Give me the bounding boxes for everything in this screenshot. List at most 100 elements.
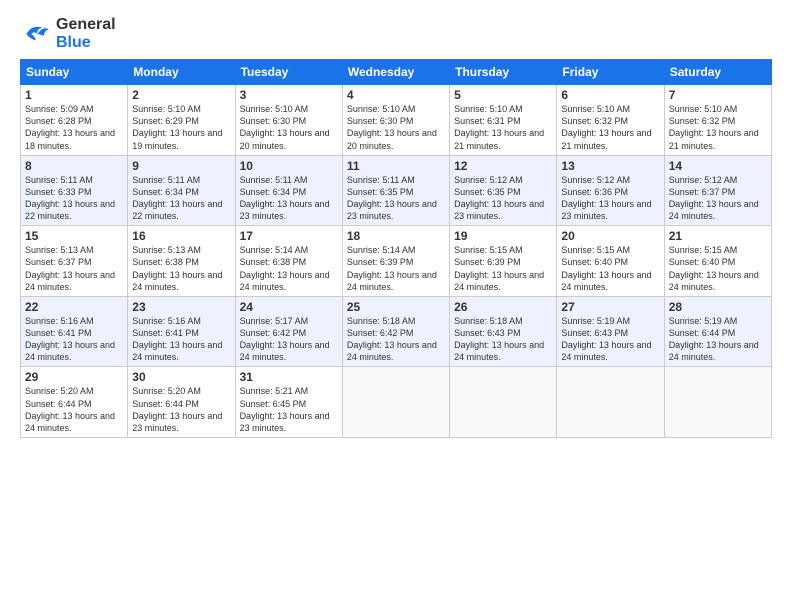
week-row-3: 15Sunrise: 5:13 AMSunset: 6:37 PMDayligh… [21, 226, 772, 297]
logo-icon [20, 18, 52, 50]
cell-info: Sunrise: 5:11 AMSunset: 6:34 PMDaylight:… [132, 174, 230, 223]
calendar-header-row: SundayMondayTuesdayWednesdayThursdayFrid… [21, 60, 772, 85]
cell-info: Sunrise: 5:19 AMSunset: 6:44 PMDaylight:… [669, 315, 767, 364]
day-number: 14 [669, 159, 767, 173]
cell-info: Sunrise: 5:11 AMSunset: 6:33 PMDaylight:… [25, 174, 123, 223]
day-number: 6 [561, 88, 659, 102]
day-number: 23 [132, 300, 230, 314]
calendar-cell: 1Sunrise: 5:09 AMSunset: 6:28 PMDaylight… [21, 85, 128, 156]
cell-info: Sunrise: 5:10 AMSunset: 6:32 PMDaylight:… [669, 103, 767, 152]
calendar-cell: 22Sunrise: 5:16 AMSunset: 6:41 PMDayligh… [21, 296, 128, 367]
day-number: 30 [132, 370, 230, 384]
day-number: 20 [561, 229, 659, 243]
cell-info: Sunrise: 5:14 AMSunset: 6:38 PMDaylight:… [240, 244, 338, 293]
cell-info: Sunrise: 5:15 AMSunset: 6:40 PMDaylight:… [561, 244, 659, 293]
day-number: 11 [347, 159, 445, 173]
header-wednesday: Wednesday [342, 60, 449, 85]
cell-info: Sunrise: 5:10 AMSunset: 6:31 PMDaylight:… [454, 103, 552, 152]
day-number: 19 [454, 229, 552, 243]
day-number: 15 [25, 229, 123, 243]
week-row-5: 29Sunrise: 5:20 AMSunset: 6:44 PMDayligh… [21, 367, 772, 438]
day-number: 1 [25, 88, 123, 102]
cell-info: Sunrise: 5:15 AMSunset: 6:39 PMDaylight:… [454, 244, 552, 293]
day-number: 4 [347, 88, 445, 102]
calendar-cell [342, 367, 449, 438]
calendar-cell: 21Sunrise: 5:15 AMSunset: 6:40 PMDayligh… [664, 226, 771, 297]
calendar-cell: 6Sunrise: 5:10 AMSunset: 6:32 PMDaylight… [557, 85, 664, 156]
calendar-cell: 29Sunrise: 5:20 AMSunset: 6:44 PMDayligh… [21, 367, 128, 438]
cell-info: Sunrise: 5:10 AMSunset: 6:30 PMDaylight:… [240, 103, 338, 152]
calendar-cell: 9Sunrise: 5:11 AMSunset: 6:34 PMDaylight… [128, 155, 235, 226]
calendar-cell: 23Sunrise: 5:16 AMSunset: 6:41 PMDayligh… [128, 296, 235, 367]
cell-info: Sunrise: 5:18 AMSunset: 6:42 PMDaylight:… [347, 315, 445, 364]
calendar-cell: 5Sunrise: 5:10 AMSunset: 6:31 PMDaylight… [450, 85, 557, 156]
day-number: 28 [669, 300, 767, 314]
cell-info: Sunrise: 5:11 AMSunset: 6:35 PMDaylight:… [347, 174, 445, 223]
header-monday: Monday [128, 60, 235, 85]
calendar-cell: 24Sunrise: 5:17 AMSunset: 6:42 PMDayligh… [235, 296, 342, 367]
day-number: 8 [25, 159, 123, 173]
day-number: 2 [132, 88, 230, 102]
calendar-cell: 19Sunrise: 5:15 AMSunset: 6:39 PMDayligh… [450, 226, 557, 297]
calendar-cell: 4Sunrise: 5:10 AMSunset: 6:30 PMDaylight… [342, 85, 449, 156]
calendar-cell: 14Sunrise: 5:12 AMSunset: 6:37 PMDayligh… [664, 155, 771, 226]
calendar-cell [664, 367, 771, 438]
cell-info: Sunrise: 5:12 AMSunset: 6:35 PMDaylight:… [454, 174, 552, 223]
calendar-cell: 26Sunrise: 5:18 AMSunset: 6:43 PMDayligh… [450, 296, 557, 367]
header-sunday: Sunday [21, 60, 128, 85]
header-tuesday: Tuesday [235, 60, 342, 85]
day-number: 26 [454, 300, 552, 314]
cell-info: Sunrise: 5:16 AMSunset: 6:41 PMDaylight:… [132, 315, 230, 364]
header-thursday: Thursday [450, 60, 557, 85]
logo-text: General Blue [56, 16, 116, 51]
cell-info: Sunrise: 5:12 AMSunset: 6:37 PMDaylight:… [669, 174, 767, 223]
calendar-cell: 10Sunrise: 5:11 AMSunset: 6:34 PMDayligh… [235, 155, 342, 226]
day-number: 31 [240, 370, 338, 384]
calendar-cell: 27Sunrise: 5:19 AMSunset: 6:43 PMDayligh… [557, 296, 664, 367]
week-row-4: 22Sunrise: 5:16 AMSunset: 6:41 PMDayligh… [21, 296, 772, 367]
cell-info: Sunrise: 5:16 AMSunset: 6:41 PMDaylight:… [25, 315, 123, 364]
calendar-cell [450, 367, 557, 438]
cell-info: Sunrise: 5:12 AMSunset: 6:36 PMDaylight:… [561, 174, 659, 223]
cell-info: Sunrise: 5:10 AMSunset: 6:32 PMDaylight:… [561, 103, 659, 152]
cell-info: Sunrise: 5:09 AMSunset: 6:28 PMDaylight:… [25, 103, 123, 152]
cell-info: Sunrise: 5:13 AMSunset: 6:37 PMDaylight:… [25, 244, 123, 293]
cell-info: Sunrise: 5:10 AMSunset: 6:29 PMDaylight:… [132, 103, 230, 152]
cell-info: Sunrise: 5:17 AMSunset: 6:42 PMDaylight:… [240, 315, 338, 364]
cell-info: Sunrise: 5:21 AMSunset: 6:45 PMDaylight:… [240, 385, 338, 434]
header: General Blue [20, 16, 772, 51]
day-number: 16 [132, 229, 230, 243]
day-number: 3 [240, 88, 338, 102]
cell-info: Sunrise: 5:20 AMSunset: 6:44 PMDaylight:… [132, 385, 230, 434]
header-saturday: Saturday [664, 60, 771, 85]
calendar-cell: 20Sunrise: 5:15 AMSunset: 6:40 PMDayligh… [557, 226, 664, 297]
calendar-cell: 25Sunrise: 5:18 AMSunset: 6:42 PMDayligh… [342, 296, 449, 367]
cell-info: Sunrise: 5:13 AMSunset: 6:38 PMDaylight:… [132, 244, 230, 293]
calendar-cell: 15Sunrise: 5:13 AMSunset: 6:37 PMDayligh… [21, 226, 128, 297]
main-container: General Blue SundayMondayTuesdayWednesda… [0, 0, 792, 448]
day-number: 21 [669, 229, 767, 243]
calendar-table: SundayMondayTuesdayWednesdayThursdayFrid… [20, 59, 772, 438]
logo: General Blue [20, 16, 116, 51]
cell-info: Sunrise: 5:14 AMSunset: 6:39 PMDaylight:… [347, 244, 445, 293]
calendar-cell: 7Sunrise: 5:10 AMSunset: 6:32 PMDaylight… [664, 85, 771, 156]
day-number: 5 [454, 88, 552, 102]
day-number: 17 [240, 229, 338, 243]
cell-info: Sunrise: 5:18 AMSunset: 6:43 PMDaylight:… [454, 315, 552, 364]
cell-info: Sunrise: 5:20 AMSunset: 6:44 PMDaylight:… [25, 385, 123, 434]
calendar-cell: 3Sunrise: 5:10 AMSunset: 6:30 PMDaylight… [235, 85, 342, 156]
day-number: 22 [25, 300, 123, 314]
cell-info: Sunrise: 5:19 AMSunset: 6:43 PMDaylight:… [561, 315, 659, 364]
calendar-cell: 13Sunrise: 5:12 AMSunset: 6:36 PMDayligh… [557, 155, 664, 226]
calendar-cell: 30Sunrise: 5:20 AMSunset: 6:44 PMDayligh… [128, 367, 235, 438]
day-number: 10 [240, 159, 338, 173]
cell-info: Sunrise: 5:15 AMSunset: 6:40 PMDaylight:… [669, 244, 767, 293]
day-number: 13 [561, 159, 659, 173]
day-number: 27 [561, 300, 659, 314]
week-row-2: 8Sunrise: 5:11 AMSunset: 6:33 PMDaylight… [21, 155, 772, 226]
week-row-1: 1Sunrise: 5:09 AMSunset: 6:28 PMDaylight… [21, 85, 772, 156]
calendar-cell: 2Sunrise: 5:10 AMSunset: 6:29 PMDaylight… [128, 85, 235, 156]
calendar-cell: 8Sunrise: 5:11 AMSunset: 6:33 PMDaylight… [21, 155, 128, 226]
cell-info: Sunrise: 5:11 AMSunset: 6:34 PMDaylight:… [240, 174, 338, 223]
day-number: 18 [347, 229, 445, 243]
